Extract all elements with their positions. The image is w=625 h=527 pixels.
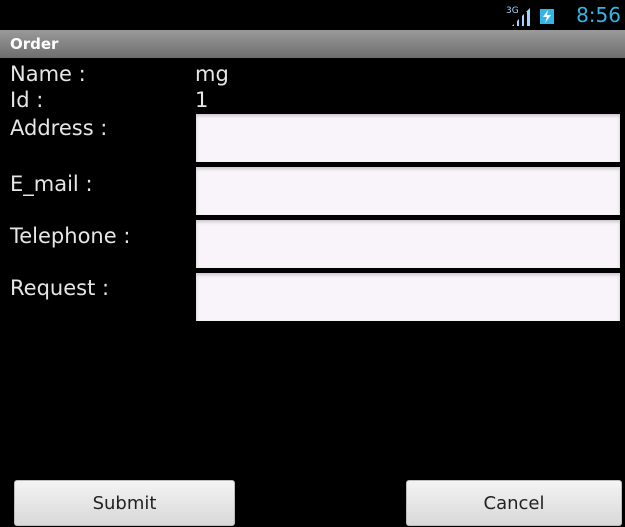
id-label: Id : (10, 88, 44, 112)
email-input[interactable] (196, 167, 620, 215)
address-label: Address : (10, 116, 108, 140)
telephone-label: Telephone : (10, 224, 131, 248)
clock: 8:56 (576, 3, 621, 27)
page-title: Order (10, 35, 59, 53)
submit-button[interactable]: Submit (14, 480, 235, 526)
title-bar: Order (0, 30, 625, 58)
cancel-button[interactable]: Cancel (406, 480, 622, 526)
signal-icon (512, 8, 530, 26)
request-input[interactable] (196, 273, 620, 321)
name-label: Name : (10, 62, 86, 86)
status-bar: 3G 8:56 (0, 0, 625, 30)
id-value: 1 (195, 88, 209, 112)
battery-charging-icon (540, 9, 554, 24)
email-label: E_mail : (10, 172, 93, 196)
request-label: Request : (10, 276, 110, 300)
address-input[interactable] (196, 114, 620, 162)
telephone-input[interactable] (196, 220, 620, 268)
name-value: mg (195, 62, 229, 86)
